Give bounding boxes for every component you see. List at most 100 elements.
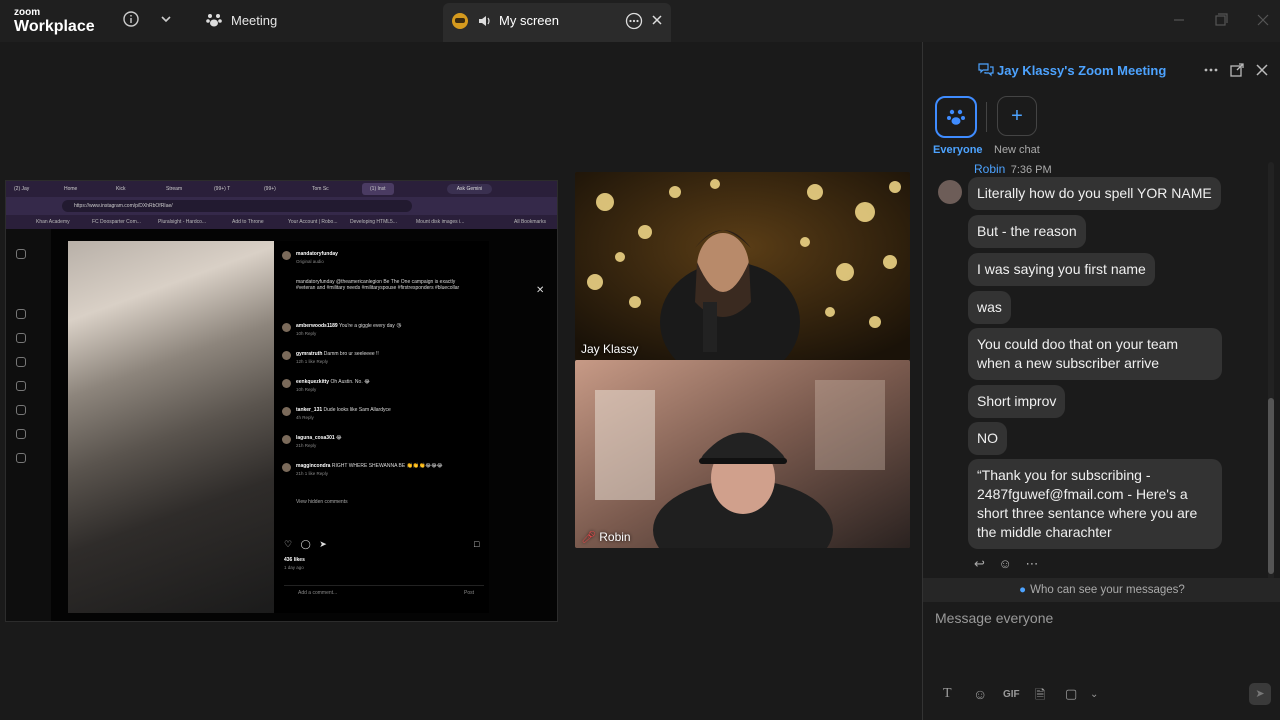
comment-user[interactable]: amberwoods1189	[296, 323, 338, 329]
close-icon[interactable]	[651, 14, 663, 26]
sender-name[interactable]: Robin	[974, 162, 1005, 176]
chat-message[interactable]: Short improv	[968, 385, 1066, 418]
more-actions-icon[interactable]: ⋯	[1025, 556, 1038, 571]
video-jay-klassy[interactable]: Jay Klassy	[575, 172, 910, 360]
comment-icon[interactable]: ◯	[301, 539, 311, 549]
instagram-icon[interactable]	[16, 249, 26, 259]
browser-tab[interactable]: Home	[64, 183, 77, 195]
bookmark-icon[interactable]: □	[474, 539, 479, 549]
chevron-down-icon[interactable]: ⌄	[1090, 689, 1098, 705]
comment-text: Dude looks like Sam Allardyce	[323, 407, 391, 413]
browser-tab[interactable]: (2) Jay	[14, 183, 29, 195]
heart-icon[interactable]	[16, 429, 26, 439]
bookmark[interactable]: Khan Academy	[36, 215, 70, 229]
tab-everyone[interactable]	[935, 96, 977, 138]
bookmark[interactable]: All Bookmarks	[514, 215, 546, 229]
ask-gemini-button[interactable]: Ask Gemini	[447, 184, 492, 194]
minimize-icon[interactable]	[1170, 11, 1188, 29]
browser-tab[interactable]: Kick	[116, 183, 125, 195]
browser-tab[interactable]: Tom Sc	[312, 183, 329, 195]
tab-everyone-label[interactable]: Everyone	[933, 144, 983, 156]
browser-tab[interactable]: (99+) T	[214, 183, 230, 195]
chat-message[interactable]: “Thank you for subscribing - 2487fguwef@…	[968, 459, 1222, 549]
pop-out-icon[interactable]	[1229, 62, 1245, 78]
everyone-paw-icon	[947, 109, 965, 125]
chat-message[interactable]: NO	[968, 422, 1007, 455]
comment-user[interactable]: tanker_131	[296, 407, 322, 413]
bookmark[interactable]: Add to Throne	[232, 215, 264, 229]
more-icon[interactable]	[1203, 62, 1219, 78]
browser-tab-active[interactable]: (1) Inst	[362, 183, 394, 195]
close-panel-icon[interactable]	[1254, 62, 1270, 78]
avatar[interactable]	[938, 180, 962, 204]
comment: eenkquezkitty Oh Austin. No. 😂 10h Reply	[282, 379, 474, 392]
search-icon[interactable]	[16, 381, 26, 391]
comment-user[interactable]: eenkquezkitty	[296, 379, 329, 385]
send-button[interactable]: ➤	[1249, 683, 1271, 705]
video-robin[interactable]: 🎤︎ Robin	[575, 360, 910, 548]
meeting-tab-label[interactable]: Meeting	[231, 13, 277, 28]
chat-message[interactable]: was	[968, 291, 1011, 324]
browser-tab[interactable]: (99+)	[264, 183, 276, 195]
comment-text: 😂	[336, 435, 342, 441]
text-format-icon[interactable]: T	[943, 686, 952, 702]
reply-icon[interactable]: ↩	[974, 556, 985, 571]
chat-message[interactable]: You could doo that on your team when a n…	[968, 328, 1222, 380]
who-can-see-bar[interactable]: ● Who can see your messages?	[923, 578, 1280, 602]
home-icon[interactable]	[16, 309, 26, 319]
maximize-icon[interactable]	[1212, 11, 1230, 29]
likes-text[interactable]: 436 likes	[284, 557, 305, 563]
comment-user[interactable]: laguna_cosa301	[296, 435, 335, 441]
explore-icon[interactable]	[16, 357, 26, 367]
browser-tab[interactable]: Stream	[166, 183, 182, 195]
screenshot-icon[interactable]: ▢	[1065, 686, 1077, 702]
message-input[interactable]: Message everyone	[935, 610, 1053, 626]
who-can-see-label[interactable]: Who can see your messages?	[1030, 584, 1185, 596]
bookmark[interactable]: Developing HTML5...	[350, 215, 397, 229]
likes-count: 436 likes 1 day ago	[284, 557, 474, 570]
modal-close-icon[interactable]: ✕	[536, 285, 544, 296]
new-chat-button[interactable]: +	[997, 96, 1037, 136]
scroll-thumb[interactable]	[1268, 398, 1274, 574]
comment-user[interactable]: maggincondra	[296, 463, 330, 469]
reels-icon[interactable]	[16, 333, 26, 343]
comment-meta: 21h 1 like Reply	[296, 471, 329, 476]
new-chat-label[interactable]: New chat	[994, 144, 1040, 156]
chat-message[interactable]: But - the reason	[968, 215, 1086, 248]
address-bar[interactable]: https://www.instagram.com/p/DXhRbOfRIae/	[62, 200, 412, 212]
comment-meta: 4h Reply	[296, 415, 314, 420]
add-comment-input[interactable]: Add a comment...	[284, 590, 337, 596]
share-icon[interactable]: ➤	[319, 539, 327, 549]
gif-button[interactable]: GIF	[1003, 689, 1020, 705]
tab-my-screen[interactable]: My screen	[443, 3, 671, 42]
chat-message[interactable]: Literally how do you spell YOR NAME	[968, 177, 1221, 210]
post-video[interactable]	[68, 241, 274, 613]
view-hidden-comments-link[interactable]: View hidden comments	[284, 499, 474, 505]
emoji-react-icon[interactable]: ☺	[999, 556, 1012, 571]
window-close-icon[interactable]	[1254, 11, 1272, 29]
bookmark[interactable]: Pluralsight - Hardco...	[158, 215, 206, 229]
participant-name-robin-text: Robin	[599, 530, 631, 544]
speaker-icon[interactable]	[477, 13, 493, 29]
compass-icon[interactable]	[16, 405, 26, 415]
chat-message[interactable]: I was saying you first name	[968, 253, 1155, 286]
message-composer[interactable]: Message everyone T ☺ GIF 🗎︎ ▢ ⌄ ➤	[923, 602, 1280, 720]
chevron-down-icon[interactable]	[157, 10, 175, 28]
comment-user[interactable]: gymratruth	[296, 351, 322, 357]
more-options-icon[interactable]	[625, 12, 643, 30]
post-author[interactable]: mandatoryfunday	[296, 251, 338, 257]
create-icon[interactable]	[16, 453, 26, 463]
chat-scrollbar[interactable]	[1268, 162, 1274, 580]
post-button[interactable]: Post	[464, 590, 474, 596]
message-list: Robin 7:36 PM Literally how do you spell…	[923, 160, 1268, 578]
bookmark[interactable]: Mount disk images i...	[416, 215, 464, 229]
post-subtitle: Original audio	[296, 259, 324, 264]
heart-icon[interactable]: ♡	[284, 539, 292, 549]
chat-bubbles-icon	[978, 63, 994, 77]
info-icon[interactable]	[122, 10, 140, 28]
emoji-icon[interactable]: ☺	[973, 686, 987, 702]
file-icon[interactable]: 🗎︎	[1035, 686, 1045, 702]
bookmark[interactable]: Your Account | Robo...	[288, 215, 337, 229]
bookmark[interactable]: FC Doosparter Com...	[92, 215, 141, 229]
meeting-paw-icon[interactable]	[205, 11, 223, 29]
